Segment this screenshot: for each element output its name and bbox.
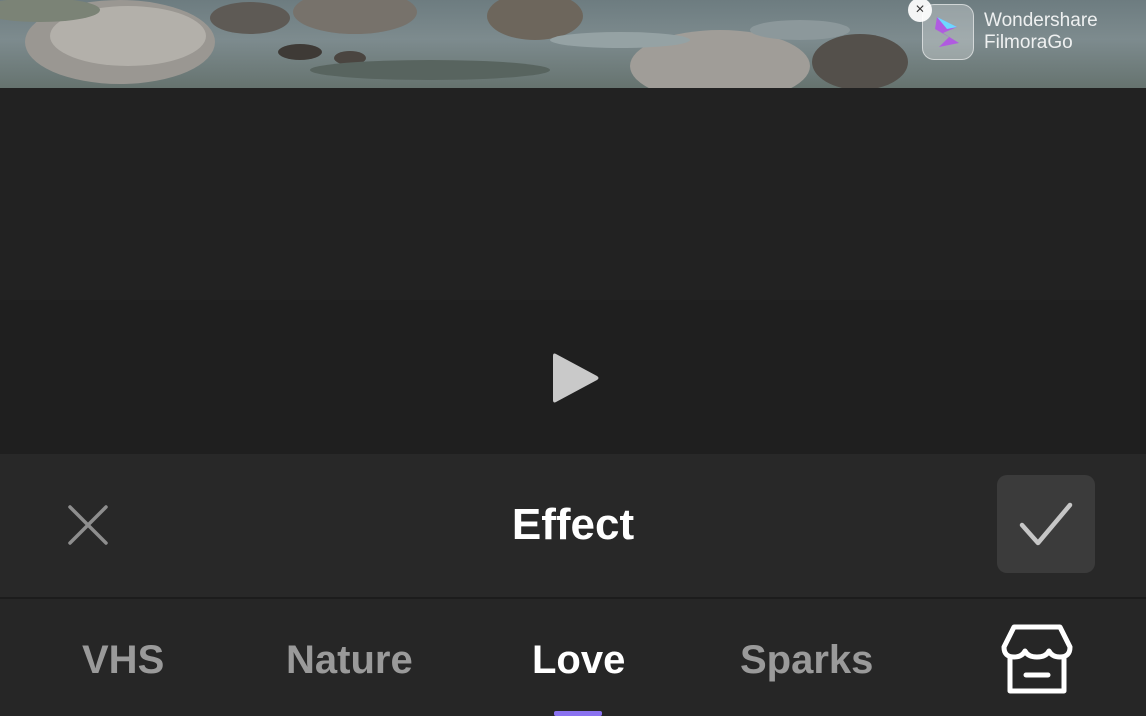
video-preview[interactable]: × Wondershare FilmoraGo [0,0,1146,88]
effect-editor-screen: × Wondershare FilmoraGo Effect VHS Natur… [0,0,1146,716]
tab-love[interactable]: Love [532,637,625,683]
play-button[interactable] [549,350,603,406]
cancel-button[interactable] [64,501,112,549]
watermark-line-2: FilmoraGo [984,32,1073,53]
confirm-button[interactable] [997,475,1095,573]
effect-panel-header: Effect [0,454,1146,597]
preview-canvas [0,88,1146,300]
watermark-text: Wondershare FilmoraGo [984,10,1098,54]
store-icon [1001,624,1073,694]
tab-vhs[interactable]: VHS [82,637,164,683]
panel-title: Effect [511,500,635,549]
tab-nature[interactable]: Nature [286,637,413,683]
close-icon [68,505,108,545]
checkmark-icon [1019,502,1073,546]
effect-category-tabs: VHS Nature Love Sparks [0,599,1146,716]
filmorago-logo-icon [922,4,974,60]
watermark-line-1: Wondershare [984,10,1098,31]
active-tab-indicator [554,711,602,716]
effect-store-button[interactable] [1000,623,1074,695]
playback-bar [0,300,1146,454]
filmorago-watermark[interactable]: × Wondershare FilmoraGo [908,0,1140,60]
play-icon [553,353,599,403]
tab-sparks[interactable]: Sparks [740,637,873,683]
